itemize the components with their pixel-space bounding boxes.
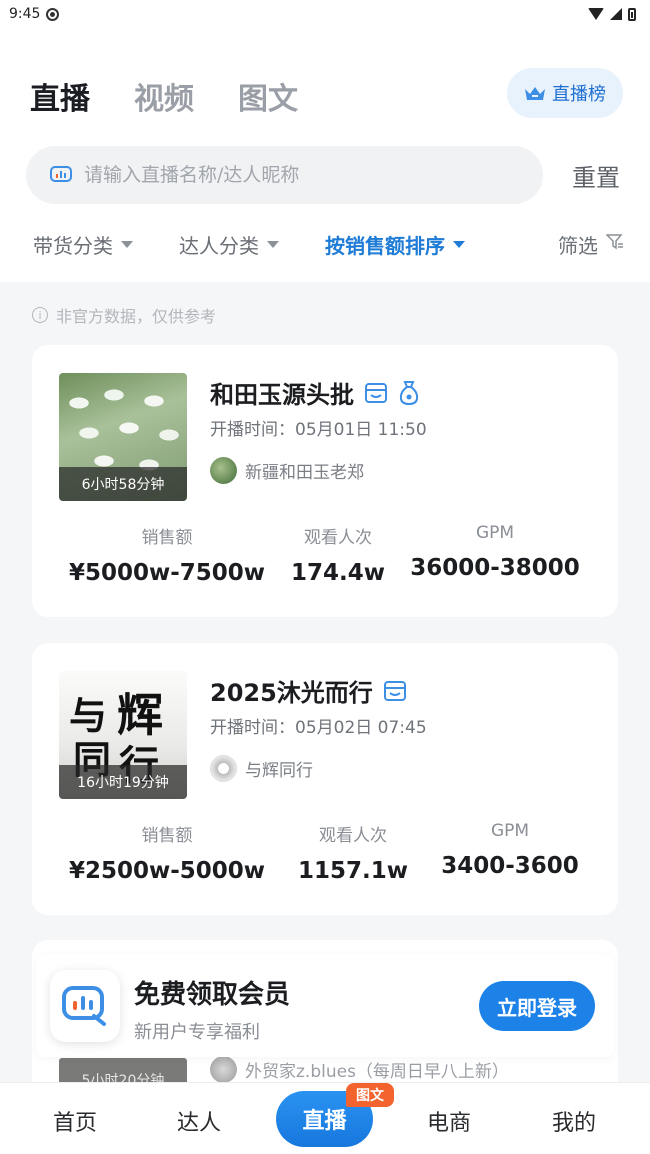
- live-title-row: 2025沐光而行: [210, 673, 407, 708]
- live-title: 2025沐光而行: [210, 679, 373, 707]
- status-bar-left: 9:45: [9, 6, 60, 22]
- promo-subtitle: 新用户专享福利: [134, 1022, 260, 1043]
- live-rank-button[interactable]: 直播榜: [507, 68, 623, 118]
- search-input[interactable]: [84, 164, 484, 186]
- stat-sales-label: 销售额: [141, 826, 193, 846]
- stat-views: 观看人次 174.4w: [291, 523, 385, 586]
- stat-sales-value: ¥2500w-5000w: [68, 858, 266, 884]
- content-tabs: 直播 视频 图文: [30, 74, 298, 118]
- header: 直播 视频 图文 直播榜 重置 带货分类: [0, 28, 650, 282]
- anchor-name: 新疆和田玉老郑: [245, 463, 364, 483]
- data-disclaimer: i 非官方数据，仅供参考: [32, 303, 216, 327]
- avatar: [210, 1056, 237, 1083]
- anchor-info: 与辉同行: [210, 755, 313, 782]
- anchor-name: 外贸家z.blues（每周日早八上新）: [245, 1062, 509, 1082]
- avatar: [210, 755, 237, 782]
- stat-sales: 销售额 ¥2500w-5000w: [69, 821, 265, 884]
- live-card[interactable]: 6小时58分钟 和田玉源头批 开播时间：05月01日 11:50 新疆和田玉老郑…: [32, 345, 618, 617]
- live-duration: 6小时58分钟: [59, 467, 187, 501]
- filter-anchor-category[interactable]: 达人分类: [179, 230, 279, 259]
- live-start-time: 开播时间：05月02日 07:45: [210, 718, 427, 738]
- caret-down-icon: [267, 240, 279, 248]
- anchor-info: 新疆和田玉老郑: [210, 457, 364, 484]
- bottom-nav: 首页 达人 直播 电商 我的: [0, 1082, 650, 1154]
- stat-views-value: 174.4w: [291, 560, 385, 586]
- promo-title: 免费领取会员: [134, 980, 291, 1010]
- filter-anchor-category-label: 达人分类: [179, 233, 259, 258]
- stat-sales: 销售额 ¥5000w-7500w: [69, 523, 265, 586]
- live-rank-label: 直播榜: [552, 84, 606, 105]
- stat-gpm-value: 3400-3600: [441, 853, 579, 879]
- crown-icon: [524, 85, 546, 101]
- app-screen: 9:45 直播 视频 图文 直播榜 请输入直播名称/达人昵称 重置 带货分类 达…: [0, 0, 650, 1154]
- stat-gpm: GPM 3400-3600: [441, 821, 579, 879]
- live-start-time: 开播时间：05月01日 11:50: [210, 420, 427, 440]
- nav-influencers[interactable]: 达人: [177, 1105, 221, 1137]
- reset-button[interactable]: 重置: [572, 158, 620, 193]
- nav-ecommerce[interactable]: 电商: [427, 1105, 471, 1137]
- status-time: 9:45: [9, 6, 41, 22]
- stat-views-value: 1157.1w: [297, 858, 409, 884]
- live-duration: 16小时19分钟: [59, 765, 187, 799]
- anchor-name: 与辉同行: [245, 761, 313, 781]
- stat-gpm-label: GPM: [490, 821, 530, 841]
- battery-icon: [628, 7, 636, 21]
- tab-video[interactable]: 视频: [134, 74, 194, 118]
- nav-home[interactable]: 首页: [53, 1105, 97, 1137]
- caret-down-icon: [121, 240, 133, 248]
- live-stats: 销售额 ¥5000w-7500w 观看人次 174.4w GPM 36000-3…: [32, 523, 618, 593]
- live-thumbnail: 6小时58分钟: [59, 373, 187, 501]
- filter-button-label: 筛选: [558, 233, 598, 258]
- status-bar-right: [588, 7, 636, 21]
- app-logo-icon: [50, 970, 120, 1042]
- status-bar: 9:45: [0, 0, 650, 28]
- money-bag-icon: [398, 380, 420, 406]
- anchor-info: 外贸家z.blues（每周日早八上新）: [210, 1056, 509, 1083]
- avatar: [210, 457, 237, 484]
- stat-sales-value: ¥5000w-7500w: [68, 560, 266, 586]
- live-card[interactable]: 与 辉 同 行 16小时19分钟 2025沐光而行 开播时间：05月02日 07…: [32, 643, 618, 915]
- filter-goods-category[interactable]: 带货分类: [33, 230, 133, 259]
- filter-button[interactable]: 筛选: [558, 230, 624, 259]
- live-thumbnail: 与 辉 同 行 16小时19分钟: [59, 671, 187, 799]
- tab-graphic[interactable]: 图文: [238, 74, 298, 118]
- login-button[interactable]: 立即登录: [479, 981, 595, 1031]
- live-title-row: 和田玉源头批: [210, 375, 420, 410]
- stat-gpm: GPM 36000-38000: [410, 523, 580, 581]
- tab-live[interactable]: 直播: [30, 74, 90, 118]
- wifi-icon: [588, 8, 604, 20]
- stat-views-label: 观看人次: [304, 528, 372, 548]
- info-icon: i: [32, 307, 48, 323]
- live-stream-icon: [50, 166, 72, 184]
- member-promo-banner: 免费领取会员 新用户专享福利 立即登录: [36, 954, 614, 1057]
- filter-sort-by-sales[interactable]: 按销售额排序: [325, 230, 465, 259]
- shop-icon: [383, 679, 407, 703]
- live-title: 和田玉源头批: [210, 381, 354, 409]
- shop-icon: [364, 381, 388, 405]
- caret-down-icon: [453, 240, 465, 248]
- live-stats: 销售额 ¥2500w-5000w 观看人次 1157.1w GPM 3400-3…: [32, 821, 618, 891]
- stat-sales-label: 销售额: [141, 528, 193, 548]
- stat-gpm-value: 36000-38000: [410, 555, 580, 581]
- search-box: [26, 146, 543, 204]
- filter-sort-label: 按销售额排序: [325, 233, 445, 258]
- signal-icon: [610, 8, 622, 20]
- filter-funnel-icon: [605, 232, 624, 256]
- disclaimer-text: 非官方数据，仅供参考: [56, 307, 217, 326]
- nav-mine[interactable]: 我的: [552, 1105, 596, 1137]
- filter-bar: 带货分类 达人分类 按销售额排序 筛选: [33, 228, 628, 260]
- filter-goods-category-label: 带货分类: [33, 233, 113, 258]
- stat-views: 观看人次 1157.1w: [298, 821, 408, 884]
- nav-graphic-badge: 图文: [346, 1083, 394, 1107]
- stat-views-label: 观看人次: [318, 826, 387, 846]
- stat-gpm-label: GPM: [475, 523, 515, 543]
- settings-gear-icon: [46, 7, 60, 21]
